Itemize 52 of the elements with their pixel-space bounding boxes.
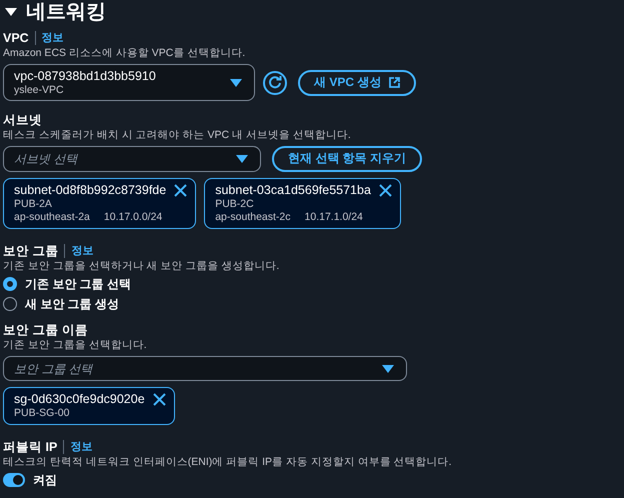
subnet-select[interactable]: 서브넷 선택 xyxy=(3,146,261,172)
select-subtitle: yslee-VPC xyxy=(14,84,65,97)
info-link[interactable]: 정보 xyxy=(64,244,94,258)
select-value: vpc-087938bd1d3bb5910 xyxy=(14,68,156,84)
close-icon xyxy=(152,393,166,406)
field-label: 보안 그룹 이름 xyxy=(3,322,88,338)
vpc-select[interactable]: vpc-087938bd1d3bb5910 yslee-VPC xyxy=(3,64,255,101)
radio-label: 새 보안 그룹 생성 xyxy=(25,297,120,311)
info-link[interactable]: 정보 xyxy=(63,440,92,454)
field-description: 기존 보안 그룹을 선택합니다. xyxy=(3,338,148,352)
clear-selection-button[interactable]: 현재 선택 항목 지우기 xyxy=(272,146,422,172)
field-label: 퍼블릭 IP xyxy=(3,439,58,455)
field-label: VPC xyxy=(3,30,29,46)
refresh-icon xyxy=(268,76,282,90)
close-icon xyxy=(174,184,188,198)
section-title: 네트워킹 xyxy=(26,0,106,24)
remove-button[interactable] xyxy=(152,393,166,407)
info-link[interactable]: 정보 xyxy=(34,31,64,45)
radio-button[interactable] xyxy=(3,297,17,311)
refresh-button[interactable] xyxy=(263,70,287,94)
toggle-label: 켜짐 xyxy=(33,473,57,487)
collapse-icon[interactable] xyxy=(5,6,17,18)
field-description: Amazon ECS 리소스에 사용할 VPC를 선택합니다. xyxy=(3,46,246,60)
token-name: PUB-2C xyxy=(215,198,255,211)
caret-icon xyxy=(382,364,394,372)
token-zone: ap-southeast-2c xyxy=(215,211,291,224)
external-link-icon xyxy=(389,77,400,88)
field-label: 서브넷 xyxy=(3,112,42,128)
token-name: PUB-SG-00 xyxy=(14,407,70,420)
select-placeholder: 서브넷 선택 xyxy=(14,152,78,166)
field-label: 보안 그룹 xyxy=(3,243,58,259)
remove-button[interactable] xyxy=(174,184,188,198)
field-description: 테스크의 탄력적 네트워크 인터페이스(ENI)에 퍼블릭 IP를 자동 지정할지 여부를 선택합니다. xyxy=(3,455,453,469)
token-id: subnet-03ca1d569fe5571ba xyxy=(215,182,371,198)
create-vpc-button[interactable]: 새 VPC 생성 xyxy=(298,70,416,96)
remove-button[interactable] xyxy=(378,184,392,198)
field-description: 테스크 스케줄러가 배치 시 고려해야 하는 VPC 내 서브넷을 선택합니다. xyxy=(3,128,352,142)
radio-label: 기존 보안 그룹 선택 xyxy=(25,277,132,291)
toggle-switch[interactable] xyxy=(3,473,25,487)
caret-icon xyxy=(236,155,248,163)
radio-button[interactable] xyxy=(3,277,17,291)
close-icon xyxy=(378,184,392,198)
token-cidr: 10.17.0.0/24 xyxy=(104,211,162,224)
token-zone: ap-southeast-2a xyxy=(14,211,90,224)
caret-icon xyxy=(230,78,242,86)
token-id: sg-0d630c0fe9dc9020e xyxy=(14,391,145,407)
token-id: subnet-0d8f8b992c8739fde xyxy=(14,182,166,198)
security-group-select[interactable]: 보안 그룹 선택 xyxy=(3,356,407,381)
select-placeholder: 보안 그룹 선택 xyxy=(14,362,93,376)
token-name: PUB-2A xyxy=(14,198,53,211)
token-cidr: 10.17.1.0/24 xyxy=(304,211,363,224)
field-description: 기존 보안 그룹을 선택하거나 새 보안 그룹을 생성합니다. xyxy=(3,259,280,273)
